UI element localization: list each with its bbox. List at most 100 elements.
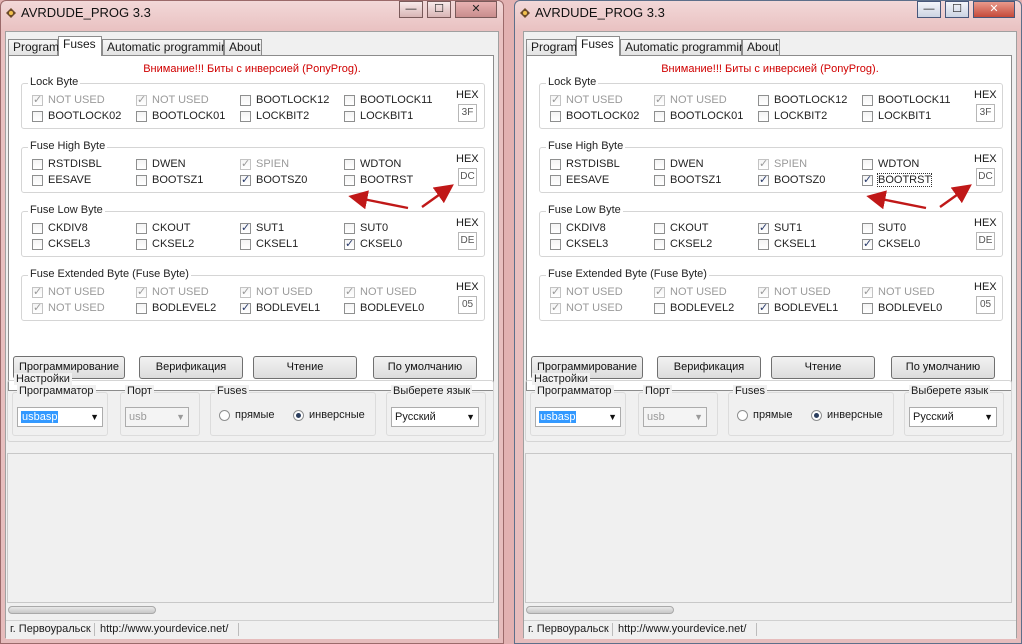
log-output[interactable]: [525, 453, 1012, 603]
read-button[interactable]: Чтение: [771, 356, 875, 379]
checkbox-empty-icon: [862, 223, 873, 234]
tab-automatic-programming[interactable]: Automatic programming: [620, 39, 752, 55]
checkbox-empty-icon: [550, 111, 561, 122]
fuse-checkbox-label: WDTON: [360, 158, 402, 170]
settings-legend: Настройки: [532, 373, 590, 385]
hex-label: HEX: [974, 281, 997, 293]
fuse-checkbox-label: NOT USED: [256, 286, 313, 298]
fuse-checkbox-label: CKSEL0: [360, 238, 403, 250]
language-label: Выберете язык: [909, 385, 991, 397]
group-legend: Fuse High Byte: [28, 140, 108, 152]
title-bar[interactable]: AVRDUDE_PROG 3.3 — ☐ ✕: [515, 1, 1021, 29]
fuse-checkbox-label: NOT USED: [152, 94, 209, 106]
hex-label: HEX: [456, 89, 479, 101]
hex-value-field[interactable]: 3F: [458, 104, 477, 122]
checkbox-empty-icon: [862, 111, 873, 122]
minimize-button[interactable]: —: [917, 1, 941, 18]
port-value: usb: [129, 411, 147, 423]
maximize-button[interactable]: ☐: [427, 1, 451, 18]
checkmark-icon: ✓: [862, 174, 873, 186]
port-label: Порт: [125, 385, 154, 397]
lock-byte-group: Lock Byte ✓ NOT USED ✓ NOT USED BOOTLOCK12 BOO…: [539, 76, 1003, 129]
fuse-checkbox-label: BODLEVEL0: [878, 302, 943, 314]
horizontal-scrollbar[interactable]: [526, 606, 674, 614]
checkmark-icon: ✓: [550, 286, 561, 298]
checkmark-icon: ✓: [550, 94, 561, 106]
hex-value-field[interactable]: DC: [976, 168, 995, 186]
fuse-checkbox-label: BODLEVEL1: [256, 302, 321, 314]
fuses-mode-label: Fuses: [215, 385, 249, 397]
fuse-checkbox-label: BODLEVEL2: [670, 302, 735, 314]
maximize-button[interactable]: ☐: [945, 1, 969, 18]
window-client-area: Program Fuses Automatic programming Abou…: [5, 31, 499, 639]
checkbox-empty-icon: [654, 175, 665, 186]
fuse-checkbox-label: CKSEL2: [670, 238, 713, 250]
hex-value-field[interactable]: 3F: [976, 104, 995, 122]
fuse-checkbox-label: BODLEVEL0: [360, 302, 425, 314]
tab-fuses[interactable]: Fuses: [576, 36, 620, 56]
tab-program[interactable]: Program: [526, 39, 577, 55]
checkbox-empty-icon: [758, 95, 769, 106]
default-button[interactable]: По умолчанию: [891, 356, 995, 379]
fuse-checkbox-label: SPIEN: [774, 158, 808, 170]
log-output[interactable]: [7, 453, 494, 603]
checkbox-empty-icon: [862, 303, 873, 314]
fuse-checkbox-label: CKSEL2: [152, 238, 195, 250]
hex-value-field[interactable]: 05: [458, 296, 477, 314]
tab-automatic-programming[interactable]: Automatic programming: [102, 39, 234, 55]
language-select[interactable]: Русский ▼: [909, 407, 997, 427]
tab-about[interactable]: About: [742, 39, 780, 55]
programmer-select[interactable]: usbasp ▼: [535, 407, 621, 427]
radio-circle-icon: [737, 410, 748, 421]
close-button[interactable]: ✕: [455, 1, 497, 18]
hex-value-field[interactable]: DE: [458, 232, 477, 250]
hex-label: HEX: [974, 153, 997, 165]
checkbox-empty-icon: [344, 159, 355, 170]
inversion-warning: Внимание!!! Биты с инверсией (PonyProg).: [661, 63, 879, 75]
tab-program[interactable]: Program: [8, 39, 59, 55]
window-title: AVRDUDE_PROG 3.3: [535, 5, 665, 20]
status-separator: [756, 623, 757, 636]
radio-direct-label: прямые: [753, 409, 793, 421]
language-select[interactable]: Русский ▼: [391, 407, 479, 427]
verify-button[interactable]: Верификация: [139, 356, 243, 379]
checkmark-icon: ✓: [32, 286, 43, 298]
fuse-checkbox-label: BOOTLOCK02: [48, 110, 122, 122]
title-bar[interactable]: AVRDUDE_PROG 3.3 — ☐ ✕: [1, 1, 503, 29]
language-label: Выберете язык: [391, 385, 473, 397]
fuse-checkbox-label: LOCKBIT1: [360, 110, 414, 122]
fuse-high-byte-group: Fuse High Byte RSTDISBL DWEN ✓ SPIEN WDTON EES…: [539, 140, 1003, 193]
default-button[interactable]: По умолчанию: [373, 356, 477, 379]
fuses-panel: Внимание!!! Биты с инверсией (PonyProg).…: [8, 55, 494, 391]
checkbox-empty-icon: [654, 303, 665, 314]
fuse-checkbox-label: BOOTSZ1: [670, 174, 722, 186]
fuses-mode-group: Fuses прямые инверсные: [210, 385, 376, 436]
hex-value-field[interactable]: DC: [458, 168, 477, 186]
fuse-checkbox-label: NOT USED: [152, 286, 209, 298]
language-value: Русский: [913, 411, 954, 423]
checkbox-empty-icon: [344, 303, 355, 314]
checkmark-icon: ✓: [654, 286, 665, 298]
tab-about[interactable]: About: [224, 39, 262, 55]
checkmark-icon: ✓: [240, 222, 251, 234]
horizontal-scrollbar[interactable]: [8, 606, 156, 614]
dropdown-arrow-icon: ▼: [984, 412, 993, 422]
fuse-checkbox-label: NOT USED: [670, 286, 727, 298]
hex-value-field[interactable]: 05: [976, 296, 995, 314]
programmer-select[interactable]: usbasp ▼: [17, 407, 103, 427]
read-button[interactable]: Чтение: [253, 356, 357, 379]
minimize-button[interactable]: —: [399, 1, 423, 18]
port-select[interactable]: usb ▼: [643, 407, 707, 427]
fuse-checkbox-label: BOOTLOCK01: [152, 110, 226, 122]
window-title: AVRDUDE_PROG 3.3: [21, 5, 151, 20]
verify-button[interactable]: Верификация: [657, 356, 761, 379]
group-legend: Lock Byte: [546, 76, 599, 88]
tab-fuses[interactable]: Fuses: [58, 36, 102, 56]
fuse-checkbox-label: SUT0: [878, 222, 907, 234]
port-select[interactable]: usb ▼: [125, 407, 189, 427]
checkmark-icon: ✓: [32, 302, 43, 314]
checkbox-empty-icon: [344, 223, 355, 234]
close-button[interactable]: ✕: [973, 1, 1015, 18]
fuses-mode-group: Fuses прямые инверсные: [728, 385, 894, 436]
hex-value-field[interactable]: DE: [976, 232, 995, 250]
